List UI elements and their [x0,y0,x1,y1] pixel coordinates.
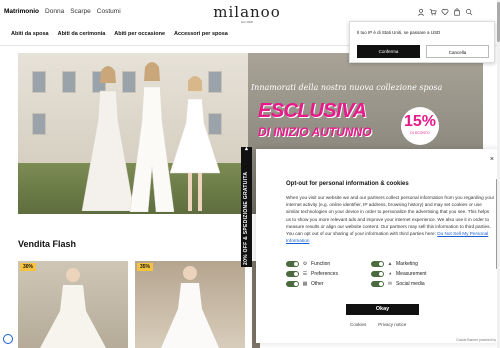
top-nav: Matrimonio Donna Scarpe Costumi [4,8,121,15]
preferences-icon: ☰ [302,271,308,277]
nav-donna[interactable]: Donna [45,8,64,15]
toggle-switch[interactable] [286,271,299,277]
measurement-icon: ◕ [388,271,392,277]
nav-scarpe[interactable]: Scarpe [70,8,91,15]
toggle-other[interactable]: ▦ Other [286,281,324,287]
privacy-shield-icon[interactable] [3,334,13,344]
user-icon[interactable] [417,8,425,16]
category-accessori-per-sposa[interactable]: Accessori per sposa [174,31,228,37]
toggle-marketing[interactable]: ▲ Marketing [371,261,418,267]
powered-by: Cookie Banner powered by [456,338,496,342]
consent-links: Cookies Privacy notice [350,322,406,327]
discount-percent: 15% [403,113,437,130]
discount-badge: 15% DI SCONTO [401,107,439,145]
hero-caption: Innamorati della nostra nuova collezione… [251,83,443,92]
product-card[interactable]: 35% [135,261,245,348]
privacy-notice-link[interactable]: Privacy notice [378,322,406,327]
toggle-function[interactable]: ⚙ Function [286,261,330,267]
function-icon: ⚙ [302,261,308,267]
toggle-switch[interactable] [286,261,299,267]
toggle-label: Measurement [396,271,427,277]
close-icon[interactable]: × [490,156,494,163]
consent-body-text: When you visit our website we and our pa… [286,195,495,237]
discount-label: DI SCONTO [410,131,430,135]
consent-body: When you visit our website we and our pa… [286,194,495,244]
hero-headline: ESCLUSIVA [258,100,367,122]
chevron-right-icon: ▸ [244,146,250,150]
category-abiti-per-occasione[interactable]: Abiti per occasione [114,31,165,37]
toggle-switch[interactable] [286,281,299,287]
toggle-preferences[interactable]: ☰ Preferences [286,271,338,277]
nav-matrimonio[interactable]: Matrimonio [4,8,39,15]
category-abiti-da-cerimonia[interactable]: Abiti da cerimonia [58,31,106,37]
toggle-label: Marketing [396,261,418,267]
cookies-link[interactable]: Cookies [350,322,366,327]
okay-button[interactable]: Okay [346,304,419,315]
toggle-switch[interactable] [371,281,384,287]
hero-subline: DI INIZIO AUTUNNO [258,125,372,139]
consent-title: Opt-out for personal information & cooki… [286,181,409,187]
cookie-consent-panel: × Opt-out for personal information & coo… [256,149,500,343]
toggle-switch[interactable] [371,261,384,267]
other-icon: ▦ [302,281,308,287]
section-title: Vendita Flash [18,239,77,249]
bride-figure-3 [169,76,221,211]
nav-costumi[interactable]: Costumi [97,8,121,15]
toggle-label: Preferences [311,271,338,277]
toggle-switch[interactable] [371,271,384,277]
toggle-label: Function [311,261,331,267]
cancel-button[interactable]: Cancella [426,45,489,58]
bag-icon[interactable] [453,8,461,16]
toggle-measurement[interactable]: ◕ Measurement [371,271,427,277]
toggle-label: Social media [396,281,425,287]
discount-tag: 35% [137,263,154,271]
header-icons [417,8,473,16]
toggle-social-media[interactable]: ✉ Social media [371,281,425,287]
product-card[interactable]: 30% [18,261,128,348]
product-image [161,266,219,348]
promo-side-tab-label: 20% OFF & SPEDIZIONE GRATUITA [243,171,249,265]
heart-icon[interactable] [441,8,449,16]
category-abiti-da-sposa[interactable]: Abiti da sposa [11,31,49,37]
search-icon[interactable] [465,8,473,16]
confirm-button[interactable]: Conferma [357,45,420,58]
social-media-icon: ✉ [387,281,393,287]
discount-tag: 30% [20,263,37,271]
marketing-icon: ▲ [387,261,393,267]
currency-message: Il tuo IP è di Stati Uniti, se passare a… [357,30,441,35]
currency-popover: Il tuo IP è di Stati Uniti, se passare a… [349,21,495,63]
site-logo[interactable]: milanoo Est 2008 [211,3,283,24]
toggle-label: Other [311,281,324,287]
logo-text: milanoo [213,3,281,21]
product-image [40,268,106,348]
promo-side-tab[interactable]: ▸ 20% OFF & SPEDIZIONE GRATUITA [241,147,252,267]
cart-icon[interactable] [429,8,437,16]
